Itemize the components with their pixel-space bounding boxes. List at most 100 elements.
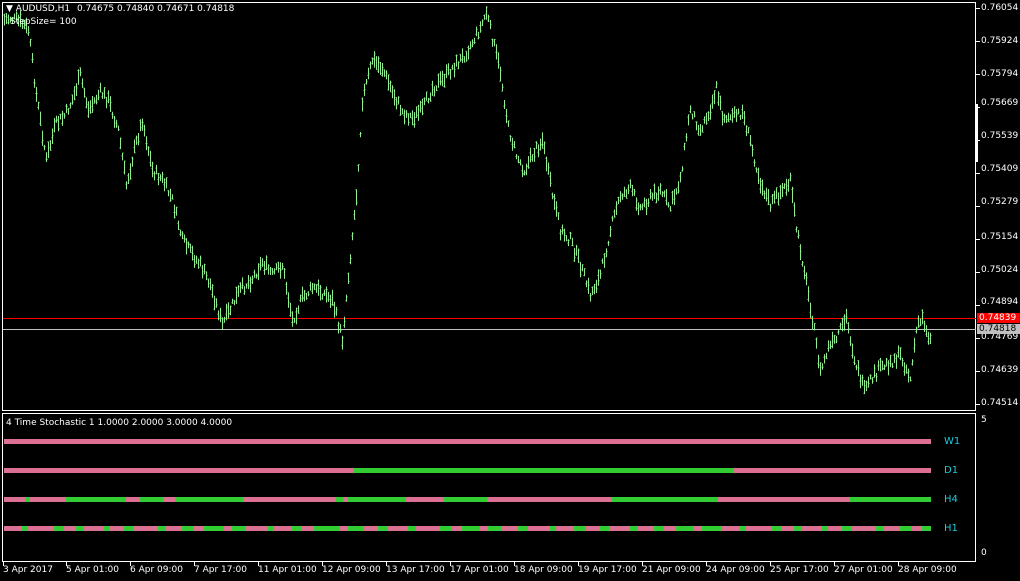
band-segment-h1 bbox=[746, 526, 772, 531]
band-segment-h1 bbox=[852, 526, 876, 531]
band-segment-h1 bbox=[158, 526, 166, 531]
band-segment-h1 bbox=[462, 526, 480, 531]
band-label-h1: H1 bbox=[944, 523, 958, 534]
band-segment-h1 bbox=[630, 526, 638, 531]
band-segment-h1 bbox=[76, 526, 84, 531]
band-segment-h1 bbox=[884, 526, 900, 531]
band-segment-h4 bbox=[336, 497, 343, 502]
time-axis-label: 18 Apr 09:00 bbox=[514, 565, 573, 575]
band-segment-h1 bbox=[416, 526, 440, 531]
price-axis-label: 0.76054 bbox=[981, 3, 1019, 13]
band-segment-h4 bbox=[243, 497, 336, 502]
band-segment-h1 bbox=[408, 526, 416, 531]
band-segment-h1 bbox=[84, 526, 104, 531]
price-axis-label: 0.75539 bbox=[981, 131, 1019, 141]
band-segment-h1 bbox=[224, 526, 232, 531]
band-segment-h1 bbox=[182, 526, 194, 531]
band-segment-h1 bbox=[876, 526, 884, 531]
band-segment-h1 bbox=[124, 526, 134, 531]
band-segment-h1 bbox=[600, 526, 610, 531]
band-segment-h4 bbox=[140, 497, 163, 502]
band-segment-h1 bbox=[586, 526, 600, 531]
band-segment-h1 bbox=[702, 526, 722, 531]
band-segment-h1 bbox=[28, 526, 54, 531]
time-axis-label: 13 Apr 17:00 bbox=[386, 565, 445, 575]
band-segment-h4 bbox=[66, 497, 126, 502]
price-axis-label: 0.75794 bbox=[981, 69, 1019, 79]
price-axis-label: 0.75154 bbox=[981, 232, 1019, 242]
band-segment-h1 bbox=[364, 526, 378, 531]
band-segment-h1 bbox=[740, 526, 746, 531]
price-axis-label: 0.75024 bbox=[981, 265, 1019, 275]
band-segment-h1 bbox=[274, 526, 292, 531]
band-segment-h1 bbox=[314, 526, 340, 531]
time-axis-label: 12 Apr 09:00 bbox=[322, 565, 381, 575]
band-segment-h1 bbox=[348, 526, 364, 531]
band-segment-h1 bbox=[388, 526, 408, 531]
time-axis-label: 3 Apr 2017 bbox=[3, 565, 53, 575]
band-segment-h1 bbox=[110, 526, 124, 531]
band-segment-h4 bbox=[25, 497, 30, 502]
time-axis-label: 7 Apr 17:00 bbox=[194, 565, 247, 575]
chart-canvas[interactable] bbox=[0, 0, 1020, 581]
main-chart-frame bbox=[2, 2, 976, 411]
band-segment-h4 bbox=[406, 497, 443, 502]
price-axis-label: 0.75669 bbox=[981, 98, 1019, 108]
scroll-marker[interactable] bbox=[976, 104, 978, 162]
band-segment-h1 bbox=[452, 526, 462, 531]
time-axis-label: 25 Apr 17:00 bbox=[770, 565, 829, 575]
band-segment-h1 bbox=[828, 526, 842, 531]
band-segment-h1 bbox=[694, 526, 702, 531]
band-segment-h1 bbox=[802, 526, 822, 531]
price-axis-label: 0.74639 bbox=[981, 365, 1019, 375]
time-axis-label: 6 Apr 09:00 bbox=[130, 565, 183, 575]
band-segment-h1 bbox=[550, 526, 556, 531]
band-segment-h4 bbox=[348, 497, 406, 502]
band-segment-h4 bbox=[343, 497, 348, 502]
stochastic-bands bbox=[4, 439, 931, 531]
band-segment-h4 bbox=[126, 497, 140, 502]
time-axis-label: 19 Apr 17:00 bbox=[578, 565, 637, 575]
band-segment-h1 bbox=[676, 526, 694, 531]
ohlc-readout: 0.74675 0.74840 0.74671 0.74818 bbox=[76, 4, 235, 14]
band-segment-h1 bbox=[610, 526, 630, 531]
band-segment-h1 bbox=[440, 526, 452, 531]
band-segment-h1 bbox=[54, 526, 64, 531]
band-segment-h1 bbox=[378, 526, 388, 531]
indicator-title: 4 Time Stochastic 1 1.0000 2.0000 3.0000… bbox=[6, 418, 233, 428]
indicator-scale-top: 5 bbox=[981, 415, 987, 425]
band-segment-h1 bbox=[194, 526, 204, 531]
band-segment-h1 bbox=[104, 526, 110, 531]
price-axis-label: 0.74894 bbox=[981, 297, 1019, 307]
band-segment-h1 bbox=[772, 526, 782, 531]
step-size-label: StepSize= 100 bbox=[10, 17, 77, 27]
band-segment-h1 bbox=[204, 526, 224, 531]
band-segment-h4 bbox=[487, 497, 611, 502]
band-segment-h1 bbox=[574, 526, 586, 531]
band-segment-h1 bbox=[292, 526, 302, 531]
band-segment-h1 bbox=[340, 526, 348, 531]
time-axis-label: 27 Apr 01:00 bbox=[834, 565, 893, 575]
band-segment-h1 bbox=[912, 526, 922, 531]
band-segment-h1 bbox=[64, 526, 76, 531]
time-axis-label: 24 Apr 09:00 bbox=[706, 565, 765, 575]
band-segment-h1 bbox=[502, 526, 518, 531]
band-segment-h1 bbox=[822, 526, 828, 531]
band-segment-h4 bbox=[718, 497, 850, 502]
axis-ticks bbox=[3, 8, 980, 566]
band-segment-h1 bbox=[4, 526, 22, 531]
time-axis-label: 21 Apr 09:00 bbox=[642, 565, 701, 575]
band-segment-h1 bbox=[782, 526, 794, 531]
ask-price-tag: 0.74839 bbox=[977, 313, 1020, 323]
symbol-label: AUDUSD,H1 bbox=[15, 4, 71, 14]
band-segment-h1 bbox=[134, 526, 158, 531]
price-axis-label: 0.74514 bbox=[981, 398, 1019, 408]
band-segment-h1 bbox=[900, 526, 912, 531]
band-segment-h1 bbox=[232, 526, 246, 531]
price-axis-label: 0.75409 bbox=[981, 164, 1019, 174]
band-segment-h1 bbox=[556, 526, 574, 531]
time-axis-label: 5 Apr 01:00 bbox=[66, 565, 119, 575]
band-segment-h1 bbox=[664, 526, 676, 531]
chart-menu-triangle-icon[interactable]: ▼ bbox=[6, 4, 13, 14]
band-segment-h1 bbox=[528, 526, 550, 531]
